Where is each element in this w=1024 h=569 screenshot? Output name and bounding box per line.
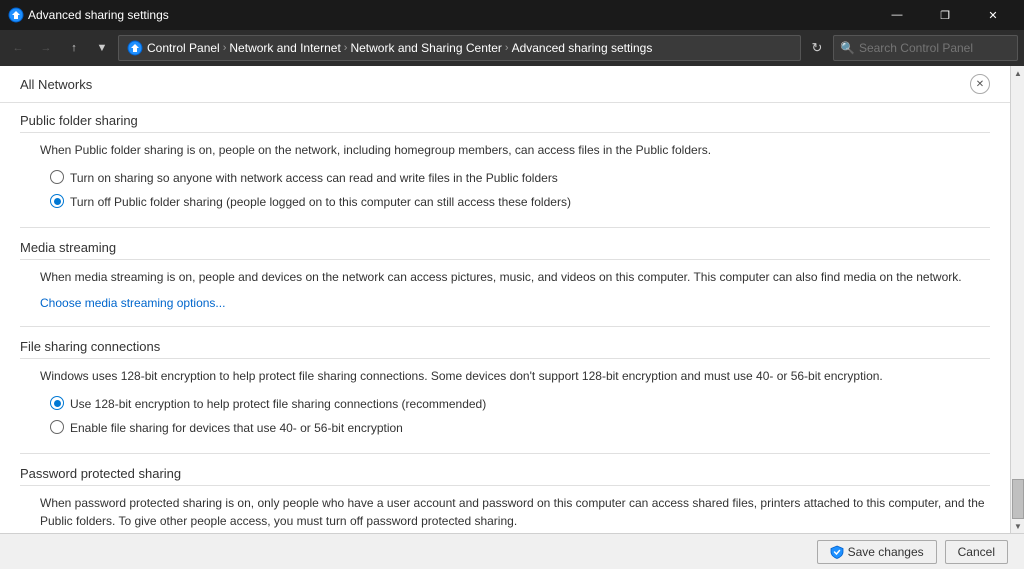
scroll-down-button[interactable]: ▼ — [1011, 519, 1024, 533]
path-icon — [127, 40, 143, 56]
content-panel: All Networks ✕ Public folder sharing Whe… — [0, 66, 1010, 533]
password-sharing-title: Password protected sharing — [20, 466, 990, 486]
radio-label-fsc-128: Use 128-bit encryption to help protect f… — [70, 395, 486, 413]
breadcrumb-network-sharing[interactable]: Network and Sharing Center — [350, 41, 501, 55]
password-sharing-section: Password protected sharing When password… — [20, 466, 990, 533]
divider-3 — [20, 453, 990, 454]
window-controls: — ❐ ✕ — [874, 0, 1016, 30]
file-sharing-desc: Windows uses 128-bit encryption to help … — [20, 367, 990, 385]
media-streaming-section: Media streaming When media streaming is … — [20, 240, 990, 310]
search-icon: 🔍 — [840, 41, 855, 55]
footer-bar: Save changes Cancel — [0, 533, 1024, 569]
password-sharing-desc: When password protected sharing is on, o… — [20, 494, 990, 530]
divider-2 — [20, 326, 990, 327]
content-inner: Public folder sharing When Public folder… — [0, 113, 1010, 533]
breadcrumb-network-internet[interactable]: Network and Internet — [229, 41, 340, 55]
radio-label-fsc-40: Enable file sharing for devices that use… — [70, 419, 403, 437]
public-folder-options: Turn on sharing so anyone with network a… — [20, 169, 990, 211]
radio-item-pf-on[interactable]: Turn on sharing so anyone with network a… — [50, 169, 990, 187]
scroll-track[interactable] — [1011, 80, 1024, 519]
save-button[interactable]: Save changes — [817, 540, 937, 564]
close-button[interactable]: ✕ — [970, 0, 1016, 30]
address-path[interactable]: Control Panel › Network and Internet › N… — [118, 35, 801, 61]
restore-button[interactable]: ❐ — [922, 0, 968, 30]
scroll-up-button[interactable]: ▲ — [1011, 66, 1024, 80]
file-sharing-options: Use 128-bit encryption to help protect f… — [20, 395, 990, 437]
radio-label-pf-on: Turn on sharing so anyone with network a… — [70, 169, 558, 187]
collapse-icon[interactable]: ✕ — [970, 74, 990, 94]
forward-button[interactable]: → — [34, 36, 58, 60]
up-button[interactable]: ↑ — [62, 36, 86, 60]
shield-icon — [830, 545, 844, 559]
scrollbar[interactable]: ▲ ▼ — [1010, 66, 1024, 533]
breadcrumb-control-panel[interactable]: Control Panel — [147, 41, 220, 55]
all-networks-header: All Networks ✕ — [0, 66, 1010, 103]
media-streaming-desc: When media streaming is on, people and d… — [20, 268, 990, 286]
radio-circle-pf-on — [50, 170, 64, 184]
all-networks-label: All Networks — [20, 77, 970, 92]
app-icon — [8, 7, 24, 23]
radio-item-pf-off[interactable]: Turn off Public folder sharing (people l… — [50, 193, 990, 211]
radio-circle-fsc-40 — [50, 420, 64, 434]
save-label: Save changes — [848, 545, 924, 559]
minimize-button[interactable]: — — [874, 0, 920, 30]
back-button[interactable]: ← — [6, 36, 30, 60]
breadcrumb-advanced-sharing[interactable]: Advanced sharing settings — [512, 41, 653, 55]
media-streaming-title: Media streaming — [20, 240, 990, 260]
refresh-button[interactable]: ↻ — [805, 36, 829, 60]
recent-locations-button[interactable]: ▼ — [90, 36, 114, 60]
window-title: Advanced sharing settings — [28, 8, 874, 22]
title-bar: Advanced sharing settings — ❐ ✕ — [0, 0, 1024, 30]
address-bar: ← → ↑ ▼ Control Panel › Network and Inte… — [0, 30, 1024, 66]
cancel-button[interactable]: Cancel — [945, 540, 1008, 564]
radio-label-pf-off: Turn off Public folder sharing (people l… — [70, 193, 571, 211]
radio-item-fsc-40[interactable]: Enable file sharing for devices that use… — [50, 419, 990, 437]
file-sharing-section: File sharing connections Windows uses 12… — [20, 339, 990, 437]
main-area: All Networks ✕ Public folder sharing Whe… — [0, 66, 1024, 533]
search-box[interactable]: 🔍 — [833, 35, 1018, 61]
file-sharing-title: File sharing connections — [20, 339, 990, 359]
scroll-thumb[interactable] — [1012, 479, 1024, 519]
public-folder-desc: When Public folder sharing is on, people… — [20, 141, 990, 159]
search-input[interactable] — [859, 41, 1014, 55]
public-folder-title: Public folder sharing — [20, 113, 990, 133]
radio-item-fsc-128[interactable]: Use 128-bit encryption to help protect f… — [50, 395, 990, 413]
radio-circle-fsc-128 — [50, 396, 64, 410]
public-folder-section: Public folder sharing When Public folder… — [20, 113, 990, 211]
divider-1 — [20, 227, 990, 228]
radio-circle-pf-off — [50, 194, 64, 208]
media-streaming-link[interactable]: Choose media streaming options... — [20, 296, 225, 310]
